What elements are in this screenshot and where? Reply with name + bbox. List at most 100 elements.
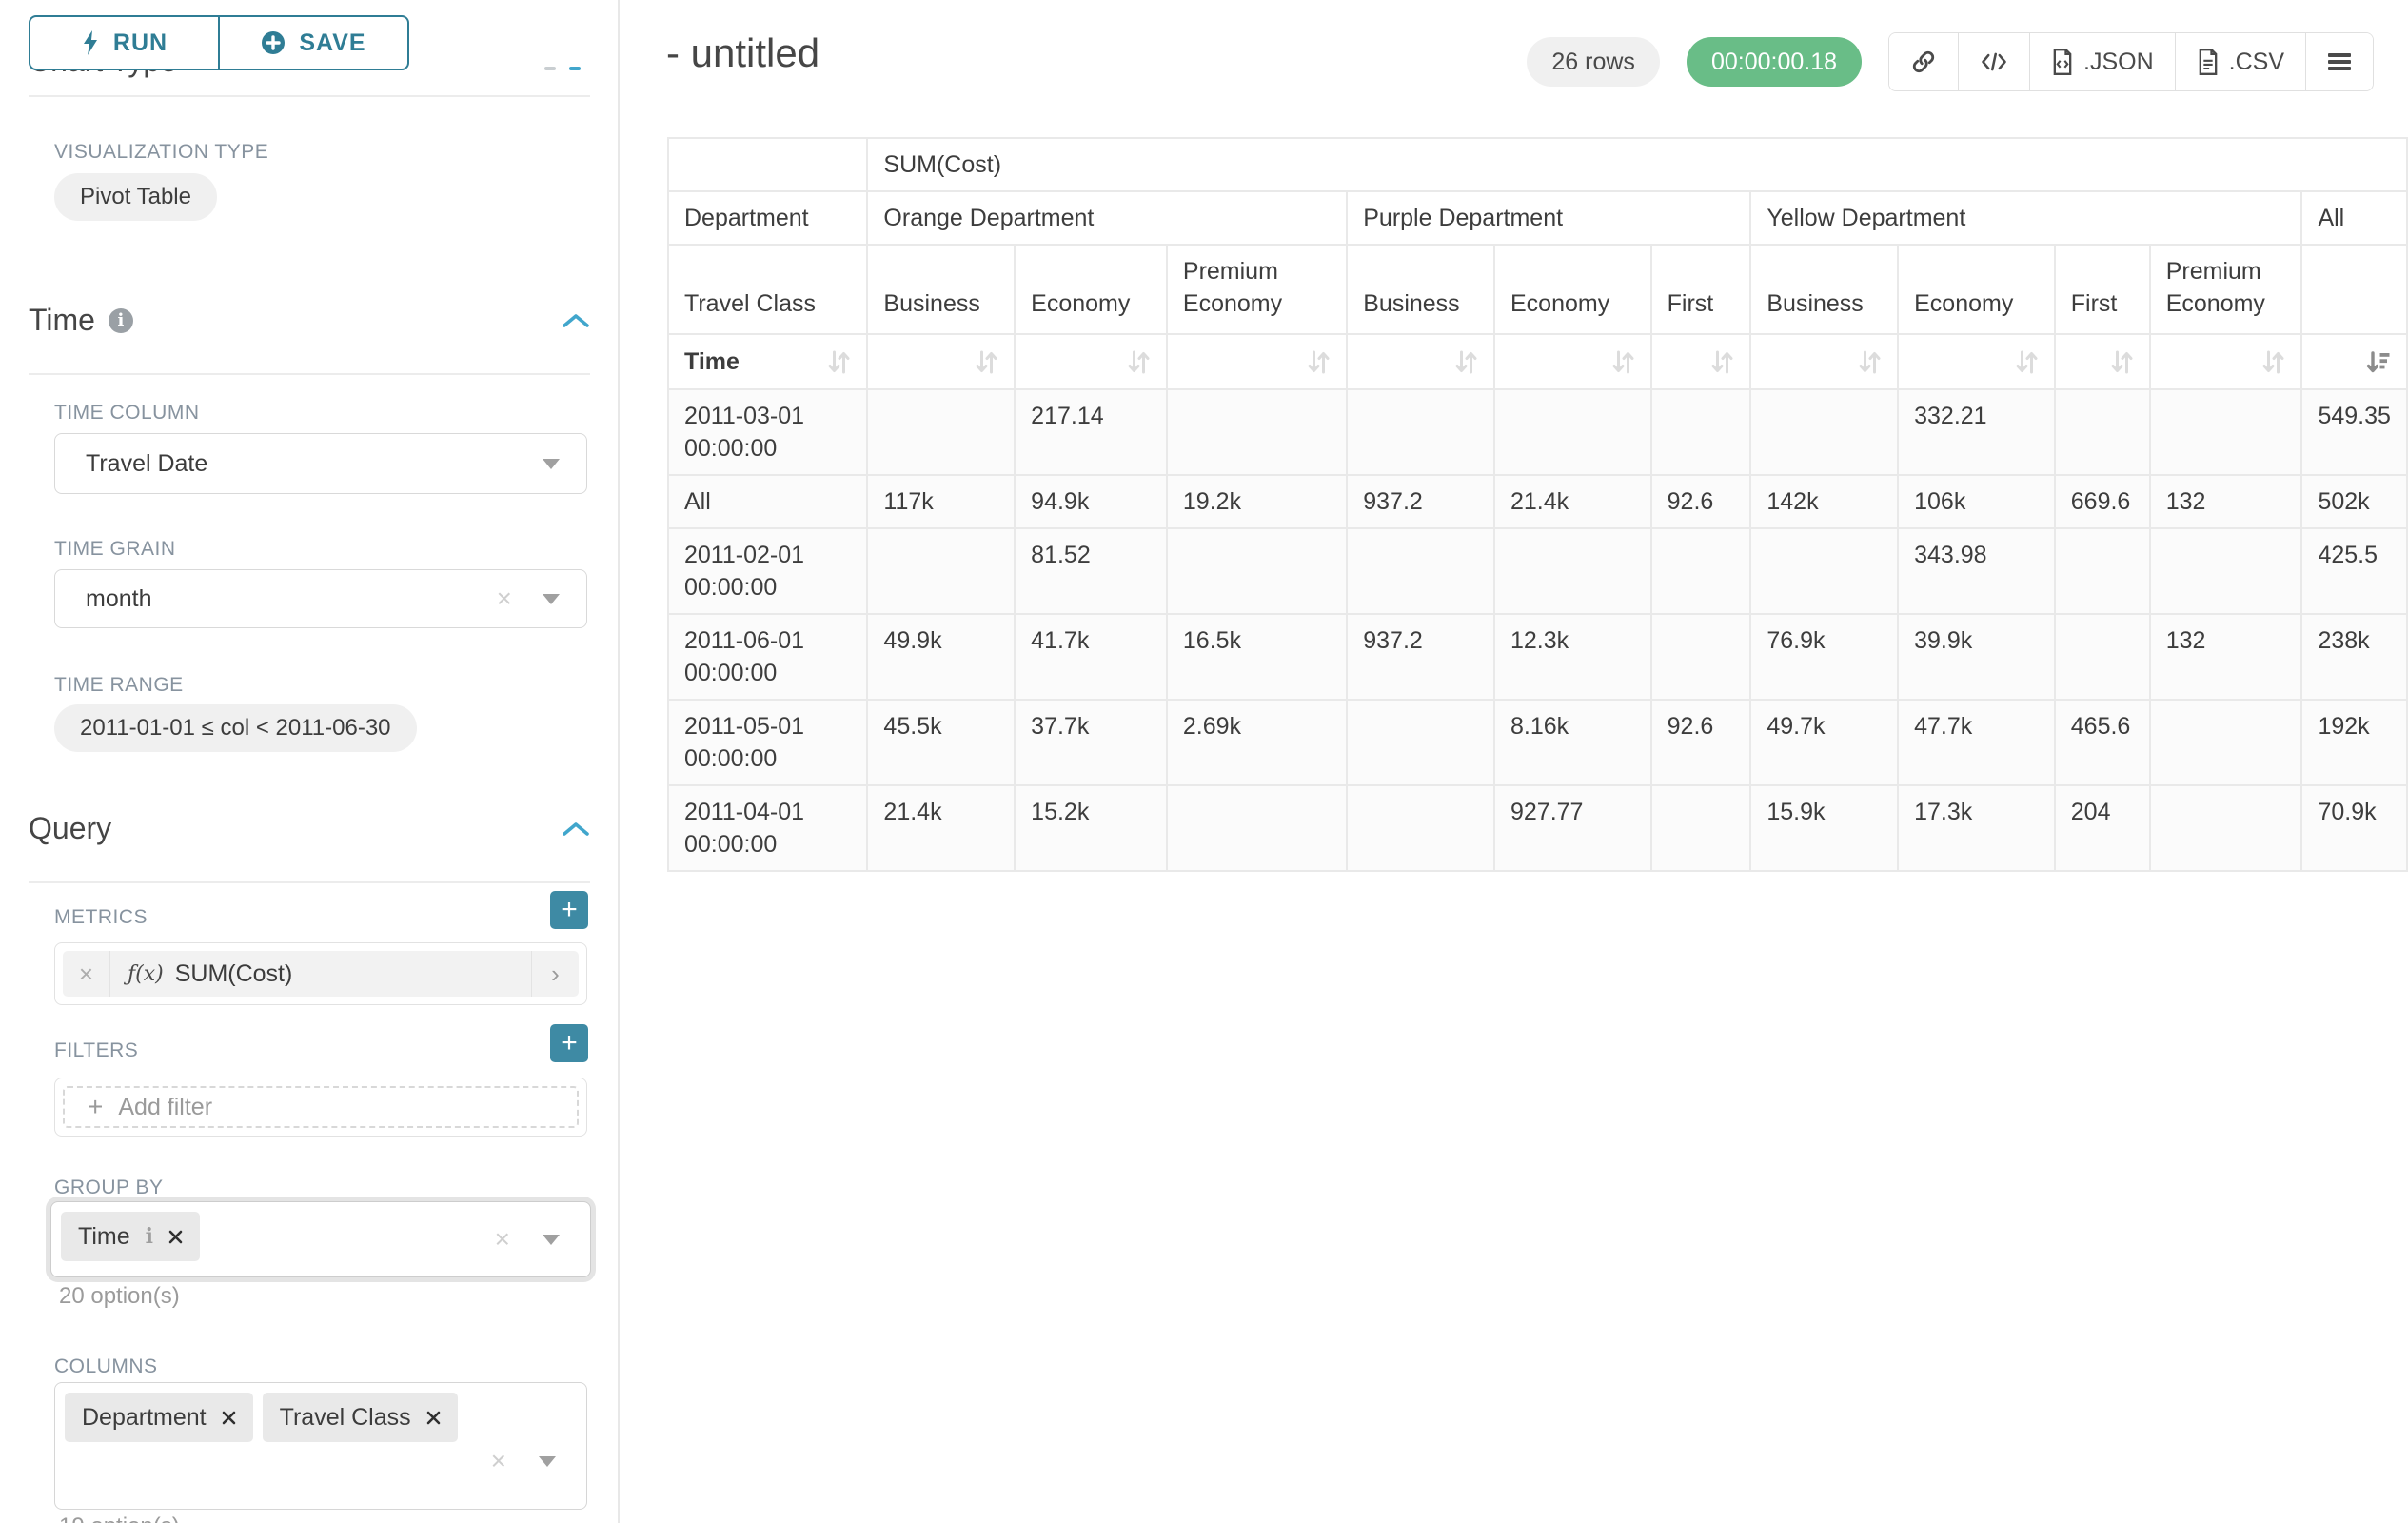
row-dimension-header-cell: Time: [668, 334, 867, 389]
add-metric-button[interactable]: +: [550, 891, 588, 929]
value-cell: 2.69k: [1167, 700, 1347, 785]
export-csv-button[interactable]: .CSV: [2176, 33, 2306, 90]
filters-label: FILTERS: [54, 1039, 138, 1062]
value-cell: 45.5k: [867, 700, 1015, 785]
column-axis-label-cell: Department: [668, 191, 867, 245]
export-button-group: .JSON .CSV: [1888, 32, 2374, 91]
sort-header-cell: [1015, 334, 1167, 389]
time-column-label: TIME COLUMN: [54, 402, 200, 425]
time-grain-label: TIME GRAIN: [54, 538, 176, 561]
result-toolbar: 26 rows 00:00:00.18: [1527, 32, 2374, 91]
query-section-title: Query: [29, 811, 111, 846]
sort-icon[interactable]: [1307, 349, 1331, 375]
collapse-chevron-icon[interactable]: [562, 821, 590, 838]
sort-icon[interactable]: [2015, 349, 2039, 375]
add-filter-plus-button[interactable]: +: [550, 1024, 588, 1062]
sort-header-cell: [1167, 334, 1347, 389]
json-file-icon: [2051, 49, 2074, 75]
column-group-header-cell: Yellow Department: [1750, 191, 2301, 245]
remove-icon[interactable]: [222, 1411, 236, 1425]
superset-explore-screen: Chart Type RUN SAVE VISUALIZATION TYPE P…: [0, 0, 2408, 1523]
travel-class-header-cell: Business: [1750, 245, 1898, 334]
sort-icon[interactable]: [1858, 349, 1882, 375]
value-cell: 343.98: [1898, 528, 2055, 614]
value-cell: [1347, 785, 1494, 871]
metric-pill[interactable]: × ƒ(x) SUM(Cost) ›: [63, 951, 579, 997]
value-cell: 49.9k: [867, 614, 1015, 700]
row-header-cell: 2011-02-01 00:00:00: [668, 528, 867, 614]
chart-title[interactable]: - untitled: [666, 30, 819, 76]
clear-icon[interactable]: ×: [491, 1448, 506, 1474]
sort-header-cell: [1347, 334, 1494, 389]
value-cell: 15.9k: [1750, 785, 1898, 871]
time-grain-select[interactable]: month ×: [54, 569, 587, 628]
function-icon: ƒ(x): [128, 962, 164, 986]
expand-metric-chevron-icon[interactable]: ›: [531, 951, 579, 997]
sort-descending-active-icon[interactable]: [2365, 349, 2391, 375]
value-cell: 937.2: [1347, 614, 1494, 700]
remove-icon[interactable]: [168, 1230, 183, 1244]
sort-icon[interactable]: [1611, 349, 1635, 375]
travel-class-header-cell: [2301, 245, 2407, 334]
value-cell: [1750, 528, 1898, 614]
value-cell: [1494, 528, 1651, 614]
time-range-value[interactable]: 2011-01-01 ≤ col < 2011-06-30: [54, 704, 417, 752]
code-icon: [1980, 49, 2008, 74]
selected-value-pill: Department: [65, 1393, 253, 1442]
value-cell: 132: [2150, 475, 2302, 528]
value-cell: 47.7k: [1898, 700, 2055, 785]
time-range-label: TIME RANGE: [54, 674, 184, 697]
sort-icon[interactable]: [827, 349, 851, 375]
save-button[interactable]: SAVE: [218, 15, 409, 70]
value-cell: 465.6: [2055, 700, 2150, 785]
sort-icon[interactable]: [975, 349, 998, 375]
value-cell: [1347, 700, 1494, 785]
add-filter-button[interactable]: + Add filter: [63, 1086, 579, 1128]
value-cell: 15.2k: [1015, 785, 1167, 871]
clipped-section-chevron-icon: [569, 67, 581, 70]
sort-icon[interactable]: [1127, 349, 1151, 375]
remove-metric-icon[interactable]: ×: [63, 951, 110, 997]
value-cell: 81.52: [1015, 528, 1167, 614]
value-cell: [1494, 389, 1651, 475]
sort-icon[interactable]: [2261, 349, 2285, 375]
pill-label: Department: [82, 1404, 207, 1432]
remove-icon[interactable]: [426, 1411, 441, 1425]
sort-header-cell: [1494, 334, 1651, 389]
run-save-button-group: RUN SAVE: [29, 15, 409, 70]
clear-icon[interactable]: ×: [495, 1226, 510, 1253]
value-cell: [867, 528, 1015, 614]
value-cell: 37.7k: [1015, 700, 1167, 785]
link-icon: [1910, 49, 1937, 75]
sort-header-cell: [1651, 334, 1751, 389]
time-column-select[interactable]: Travel Date: [54, 433, 587, 494]
caret-down-icon: [543, 459, 560, 469]
embed-code-button[interactable]: [1959, 33, 2030, 90]
sort-header-cell: [1750, 334, 1898, 389]
divider: [29, 95, 590, 97]
caret-down-icon: [543, 594, 560, 604]
menu-button[interactable]: [2306, 33, 2373, 90]
sort-icon[interactable]: [1710, 349, 1734, 375]
collapse-chevron-icon[interactable]: [562, 312, 590, 329]
value-cell: 94.9k: [1015, 475, 1167, 528]
row-header-cell: 2011-05-01 00:00:00: [668, 700, 867, 785]
value-cell: [1167, 785, 1347, 871]
pivot-table-container: SUM(Cost)DepartmentOrange DepartmentPurp…: [667, 137, 2408, 872]
visualization-type-label: VISUALIZATION TYPE: [54, 141, 268, 164]
visualization-type-value[interactable]: Pivot Table: [54, 173, 217, 221]
group-by-select[interactable]: Timei ×: [50, 1201, 591, 1277]
export-json-button[interactable]: .JSON: [2030, 33, 2176, 90]
time-section-title: Time: [29, 303, 95, 338]
sort-icon[interactable]: [2110, 349, 2134, 375]
run-button[interactable]: RUN: [29, 15, 220, 70]
metrics-container: × ƒ(x) SUM(Cost) ›: [54, 942, 587, 1005]
travel-class-header-cell: First: [2055, 245, 2150, 334]
clear-icon[interactable]: ×: [497, 585, 512, 612]
copy-link-button[interactable]: [1889, 33, 1959, 90]
hamburger-icon: [2327, 51, 2352, 72]
sort-icon[interactable]: [1454, 349, 1478, 375]
columns-select[interactable]: DepartmentTravel Class ×: [54, 1382, 587, 1510]
export-csv-label: .CSV: [2229, 49, 2284, 76]
metric-body[interactable]: ƒ(x) SUM(Cost): [110, 951, 531, 997]
